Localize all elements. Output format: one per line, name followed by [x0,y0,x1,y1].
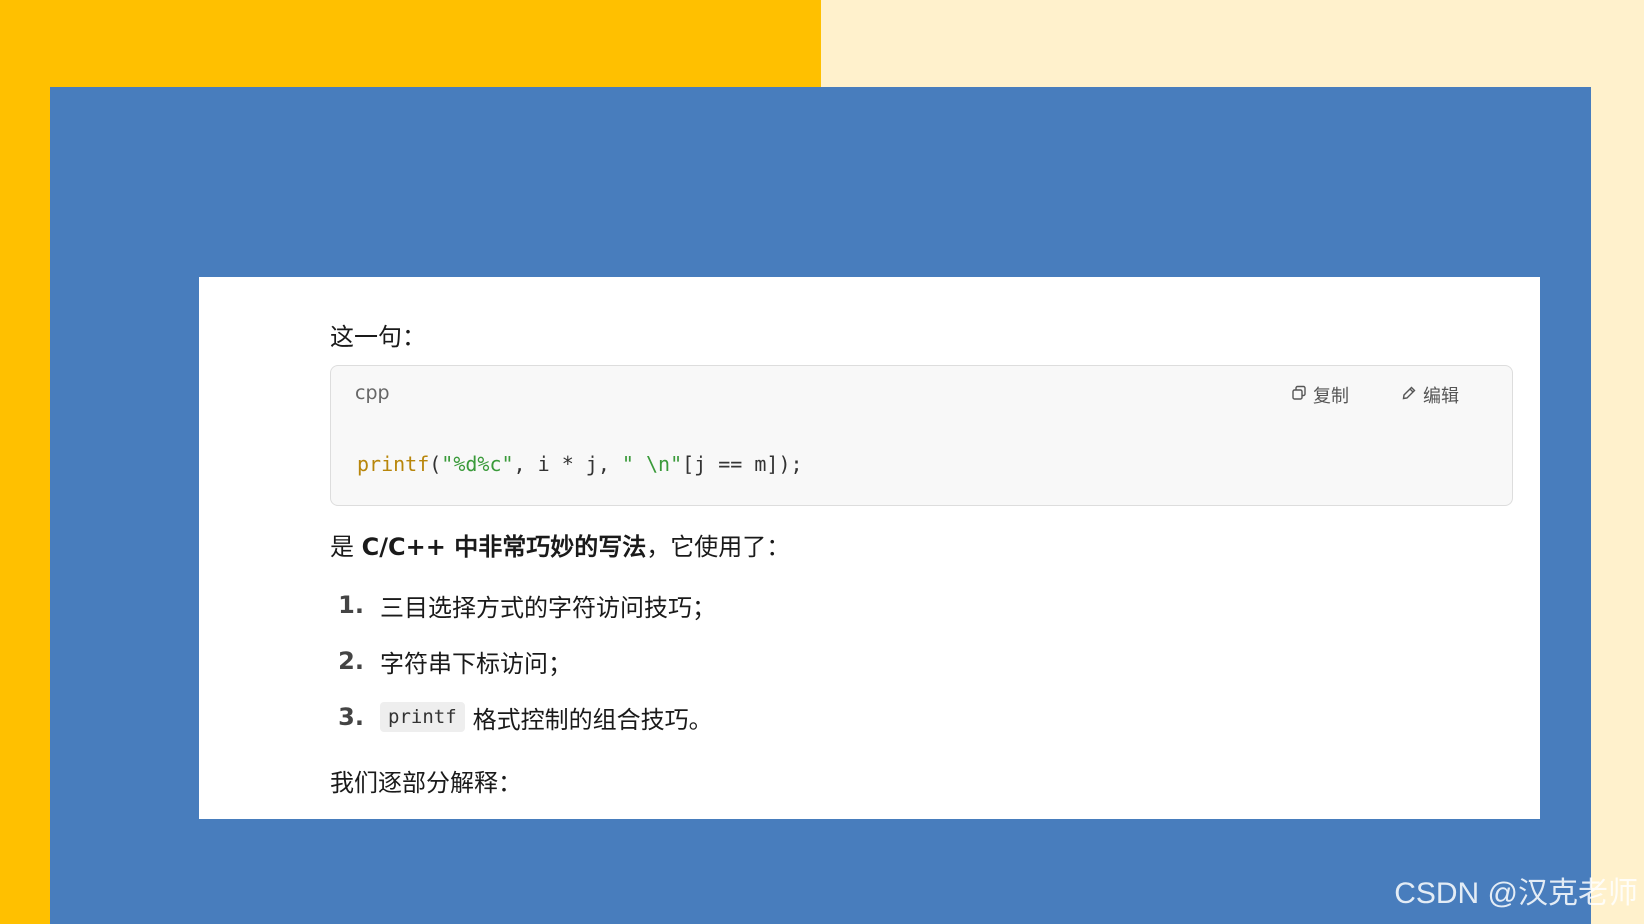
summary-bold: C/C++ 中非常巧妙的写法 [361,533,647,561]
copy-label: 复制 [1313,386,1349,407]
code-line: printf("%d%c", i * j, " \n"[j == m]); [357,452,803,476]
blue-panel: 这一句： cpp 复制 编辑 printf("%d%c", i * j, " \… [50,87,1591,924]
summary-text: 是 C/C++ 中非常巧妙的写法，它使用了： [330,527,790,562]
list-number: 1. [338,591,364,619]
code-token-args: , i * j, [513,452,622,476]
code-token-open: ( [429,452,442,476]
code-token-string: "%d%c" [441,452,514,476]
list-item: 2. 字符串下标访问； [330,633,716,689]
list-number: 3. [338,703,364,731]
summary-suffix: ，它使用了： [646,533,791,561]
edit-icon [1401,385,1417,406]
edit-button[interactable]: 编辑 [1401,382,1459,408]
list-number: 2. [338,647,364,675]
outro-text: 我们逐部分解释： [330,769,522,797]
inline-code: printf [380,702,465,732]
list-item: 1. 三目选择方式的字符访问技巧； [330,577,716,633]
list-item: 3. printf 格式控制的组合技巧。 [330,689,716,745]
content-card: 这一句： cpp 复制 编辑 printf("%d%c", i * j, " \… [199,277,1540,819]
code-token-function: printf [357,452,430,476]
list-text: 格式控制的组合技巧。 [472,705,713,734]
intro-text: 这一句： [330,323,426,351]
code-block: cpp 复制 编辑 printf("%d%c", i * j, " \n"[j … [330,365,1513,506]
summary-prefix: 是 [330,533,362,561]
copy-button[interactable]: 复制 [1291,382,1349,408]
edit-label: 编辑 [1423,386,1459,407]
code-token-string: " \n" [621,452,683,476]
list-text: 字符串下标访问； [380,649,572,678]
technique-list: 1. 三目选择方式的字符访问技巧； 2. 字符串下标访问； 3. printf … [330,577,716,745]
copy-icon [1291,385,1307,406]
code-language-label: cpp [355,382,390,404]
code-token-rest: [j == m]); [682,452,803,476]
watermark: CSDN @汉克老师 [1394,877,1638,910]
list-text: 三目选择方式的字符访问技巧； [380,593,716,622]
